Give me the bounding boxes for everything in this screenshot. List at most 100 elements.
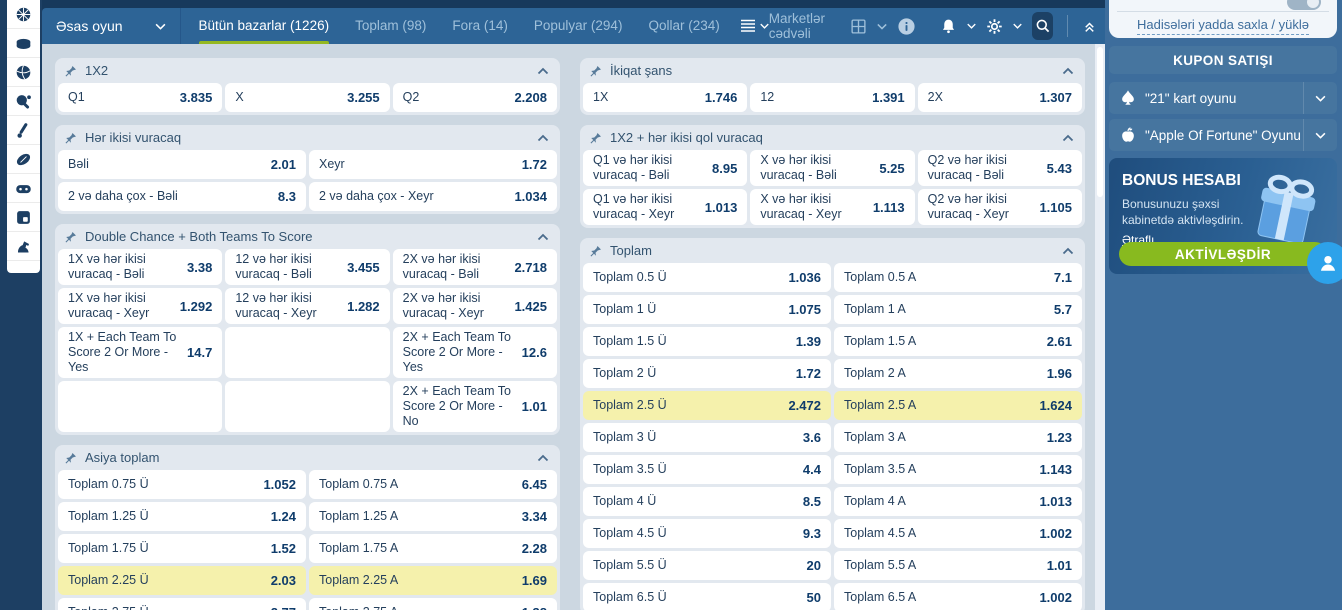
odds-cell[interactable]: 2 və daha çox - Bəli 8.3 — [58, 182, 306, 211]
odds-cell[interactable]: Toplam 2.5 Ü 2.472 — [583, 391, 831, 420]
scrollbar[interactable] — [1095, 44, 1105, 610]
save-events-link[interactable]: Hadisələri yadda saxla / yüklə — [1109, 17, 1337, 35]
odds-cell[interactable]: Toplam 6.5 A 1.002 — [834, 583, 1082, 610]
odds-cell[interactable]: Toplam 1 Ü 1.075 — [583, 295, 831, 324]
odds-cell[interactable]: 1X və hər ikisi vuracaq - Bəli 3.38 — [58, 249, 223, 285]
tab-b-t-n-bazarlar-1226[interactable]: Bütün bazarlar (1226) — [198, 8, 329, 44]
odds-cell[interactable]: Q2 2.208 — [392, 83, 557, 112]
odds-cell[interactable]: Toplam 0.5 A 7.1 — [834, 263, 1082, 292]
tab-qollar-234[interactable]: Qollar (234) — [648, 8, 719, 44]
notifications-bell-icon[interactable] — [940, 17, 957, 35]
odds-cell[interactable]: Toplam 1.75 Ü 1.52 — [58, 534, 306, 563]
chevron-down-icon[interactable] — [1303, 119, 1337, 151]
odds-cell[interactable]: 1X + Each Team To Score 2 Or More - Yes 1… — [58, 327, 223, 378]
market-groups-menu[interactable] — [740, 19, 769, 33]
collapse-chevron-icon[interactable] — [537, 454, 549, 462]
table-tennis-icon[interactable] — [7, 87, 40, 116]
chevron-down-icon[interactable] — [1303, 82, 1337, 114]
odds-cell[interactable]: Toplam 5.5 A 1.01 — [834, 551, 1082, 580]
odds-cell[interactable]: 2X və hər ikisi vuracaq - Xeyr 1.425 — [392, 288, 557, 324]
odds-cell[interactable]: Toplam 1.25 A 3.34 — [309, 502, 557, 531]
game-item-21-kart-oyunu[interactable]: "21" kart oyunu — [1109, 82, 1337, 114]
special-bets-icon[interactable] — [7, 203, 40, 232]
odds-cell[interactable]: Toplam 1.5 Ü 1.39 — [583, 327, 831, 356]
odds-cell[interactable]: Xeyr 1.72 — [309, 150, 557, 179]
collapse-chevron-icon[interactable] — [1062, 67, 1074, 75]
odds-cell[interactable]: Toplam 3.5 Ü 4.4 — [583, 455, 831, 484]
collapse-chevron-icon[interactable] — [1062, 247, 1074, 255]
horse-racing-icon[interactable] — [7, 232, 40, 261]
game-item-apple-of-fortune-oyunu[interactable]: "Apple Of Fortune" Oyunu — [1109, 119, 1337, 151]
odds-cell[interactable]: X və hər ikisi vuracaq - Xeyr 1.113 — [750, 189, 915, 225]
odds-cell[interactable]: Toplam 2 A 1.96 — [834, 359, 1082, 388]
odds-cell[interactable]: Q2 və hər ikisi vuracaq - Xeyr 1.105 — [917, 189, 1082, 225]
bonus-activate-button[interactable]: AKTİVLƏŞDİR — [1119, 242, 1327, 266]
save-events-toggle[interactable] — [1287, 0, 1321, 10]
american-football-icon[interactable] — [7, 145, 40, 174]
odds-cell[interactable]: Toplam 2.75 A 1.38 — [309, 598, 557, 610]
main-game-dropdown[interactable]: Əsas oyun — [42, 8, 180, 44]
basketball-icon[interactable] — [7, 0, 40, 29]
odds-cell[interactable]: Toplam 1 A 5.7 — [834, 295, 1082, 324]
odds-cell[interactable]: 12 və hər ikisi vuracaq - Xeyr 1.282 — [225, 288, 390, 324]
chevron-down-icon[interactable] — [1012, 23, 1022, 29]
odds-cell[interactable]: Bəli 2.01 — [58, 150, 306, 179]
tab-populyar-294[interactable]: Populyar (294) — [534, 8, 623, 44]
odds-cell[interactable]: Toplam 1.75 A 2.28 — [309, 534, 557, 563]
settings-gear-icon[interactable] — [986, 18, 1003, 35]
search-button[interactable] — [1031, 12, 1054, 40]
odds-cell[interactable]: Toplam 0.75 A 6.45 — [309, 470, 557, 499]
esports-icon[interactable] — [7, 174, 40, 203]
collapse-all-button[interactable] — [1082, 19, 1097, 34]
info-icon[interactable] — [897, 17, 916, 36]
odds-cell[interactable]: Toplam 0.75 Ü 1.052 — [58, 470, 306, 499]
grid-view-icon[interactable] — [850, 18, 867, 35]
collapse-chevron-icon[interactable] — [537, 134, 549, 142]
odds-cell[interactable]: Toplam 2.25 Ü 2.03 — [58, 566, 306, 595]
odds-cell[interactable]: Toplam 1.25 Ü 1.24 — [58, 502, 306, 531]
odds-cell[interactable]: 12 1.391 — [750, 83, 915, 112]
odds-cell[interactable]: Q1 və hər ikisi vuracaq - Xeyr 1.013 — [583, 189, 748, 225]
support-button[interactable] — [1307, 242, 1342, 284]
odds-cell[interactable]: 2X + Each Team To Score 2 Or More - No 1.… — [392, 381, 557, 432]
odds-cell[interactable]: 1X 1.746 — [583, 83, 748, 112]
odds-cell[interactable]: Toplam 2.75 Ü 2.77 — [58, 598, 306, 610]
cricket-icon[interactable] — [7, 116, 40, 145]
odds-cell[interactable]: 2X + Each Team To Score 2 Or More - Yes 1… — [392, 327, 557, 378]
odds-cell[interactable]: Q1 və hər ikisi vuracaq - Bəli 8.95 — [583, 150, 748, 186]
collapse-chevron-icon[interactable] — [537, 233, 549, 241]
tab-toplam-98[interactable]: Toplam (98) — [355, 8, 426, 44]
kupon-satisi-button[interactable]: KUPON SATIŞI — [1109, 46, 1337, 74]
chevron-down-icon[interactable] — [966, 23, 976, 29]
odds-cell[interactable]: Toplam 4.5 Ü 9.3 — [583, 519, 831, 548]
odds-cell[interactable]: 2X 1.307 — [917, 83, 1082, 112]
odds-cell[interactable]: 12 və hər ikisi vuracaq - Bəli 3.455 — [225, 249, 390, 285]
collapse-chevron-icon[interactable] — [537, 67, 549, 75]
tab-fora-14[interactable]: Fora (14) — [452, 8, 508, 44]
scrollbar-thumb[interactable] — [1097, 47, 1103, 197]
odds-cell[interactable]: Toplam 4 A 1.013 — [834, 487, 1082, 516]
odds-cell[interactable]: Toplam 1.5 A 2.61 — [834, 327, 1082, 356]
odds-cell[interactable]: Toplam 5.5 Ü 20 — [583, 551, 831, 580]
odds-cell[interactable]: 2X və hər ikisi vuracaq - Bəli 2.718 — [392, 249, 557, 285]
ice-hockey-icon[interactable] — [7, 29, 40, 58]
odds-cell[interactable]: Toplam 4.5 A 1.002 — [834, 519, 1082, 548]
odds-cell[interactable]: Toplam 6.5 Ü 50 — [583, 583, 831, 610]
odds-cell[interactable]: Toplam 2 Ü 1.72 — [583, 359, 831, 388]
odds-cell[interactable]: 1X və hər ikisi vuracaq - Xeyr 1.292 — [58, 288, 223, 324]
volleyball-icon[interactable] — [7, 58, 40, 87]
odds-cell[interactable]: Toplam 4 Ü 8.5 — [583, 487, 831, 516]
odds-cell[interactable]: X və hər ikisi vuracaq - Bəli 5.25 — [750, 150, 915, 186]
collapse-chevron-icon[interactable] — [1062, 134, 1074, 142]
odds-cell[interactable]: 2 və daha çox - Xeyr 1.034 — [309, 182, 557, 211]
odds-cell[interactable]: Toplam 2.5 A 1.624 — [834, 391, 1082, 420]
odds-cell[interactable]: Q2 və hər ikisi vuracaq - Bəli 5.43 — [917, 150, 1082, 186]
odds-cell[interactable]: Toplam 0.5 Ü 1.036 — [583, 263, 831, 292]
odds-cell[interactable]: Toplam 2.25 A 1.69 — [309, 566, 557, 595]
chevron-down-icon[interactable] — [876, 23, 887, 30]
odds-cell[interactable]: Q1 3.835 — [58, 83, 223, 112]
odds-cell[interactable]: Toplam 3 A 1.23 — [834, 423, 1082, 452]
odds-cell[interactable]: X 3.255 — [225, 83, 390, 112]
odds-cell[interactable]: Toplam 3.5 A 1.143 — [834, 455, 1082, 484]
odds-cell[interactable]: Toplam 3 Ü 3.6 — [583, 423, 831, 452]
